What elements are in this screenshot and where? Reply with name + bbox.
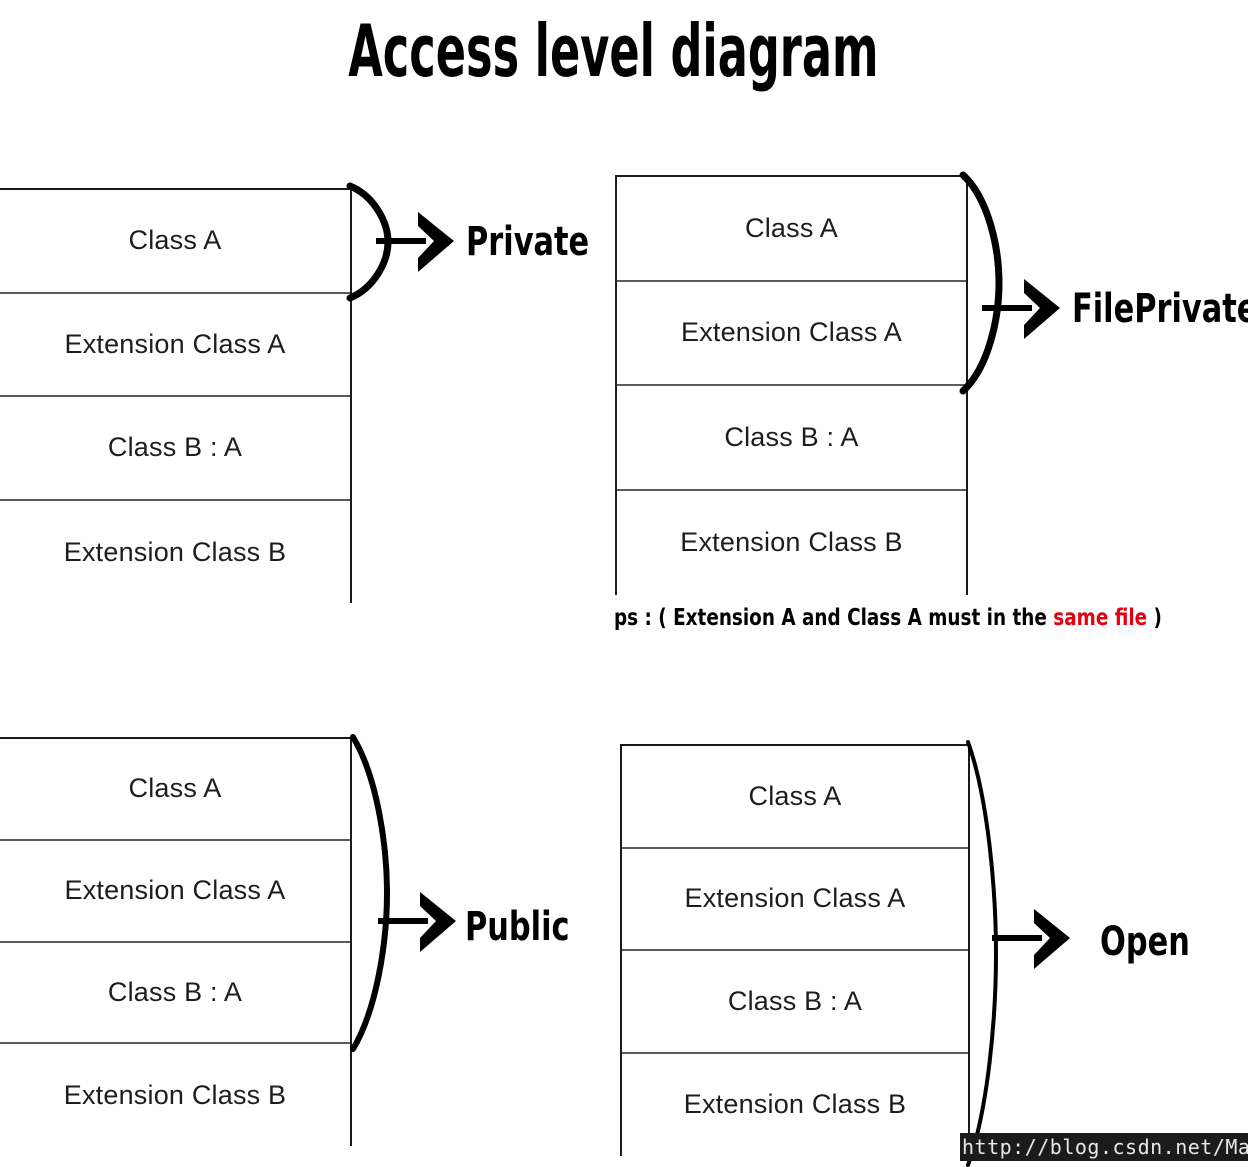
class-stack-fileprivate: Class A Extension Class A Class B : A Ex… (615, 175, 968, 595)
class-stack-public: Class A Extension Class A Class B : A Ex… (0, 737, 352, 1147)
arrow-right-icon (378, 892, 456, 952)
ps-note-suffix: ) (1147, 605, 1162, 631)
class-row: Class A (0, 190, 350, 294)
class-row: Class A (0, 739, 350, 841)
access-level-label-public: Public (465, 904, 570, 950)
class-row: Class A (622, 746, 968, 849)
brace-private (346, 182, 392, 302)
class-row: Class A (617, 177, 966, 282)
class-row: Extension Class B (0, 1044, 350, 1147)
class-row: Class B : A (617, 386, 966, 491)
class-row: Class B : A (0, 397, 350, 501)
ps-note-highlight: same file (1053, 605, 1148, 631)
page-title: Access level diagram (348, 9, 879, 93)
brace-public (350, 734, 391, 1052)
arrow-right-icon (376, 212, 454, 272)
class-stack-private: Class A Extension Class A Class B : A Ex… (0, 188, 352, 604)
access-level-label-private: Private (466, 219, 590, 265)
arrow-right-icon (982, 279, 1060, 339)
class-row: Class B : A (622, 951, 968, 1054)
arrow-right-icon (992, 909, 1070, 969)
class-row: Extension Class A (617, 281, 966, 386)
access-level-label-fileprivate: FilePrivate (1072, 286, 1248, 332)
ps-note: ps : ( Extension A and Class A must in t… (614, 604, 1162, 633)
class-row: Class B : A (0, 942, 350, 1045)
class-row: Extension Class B (0, 500, 350, 604)
class-row: Extension Class A (622, 848, 968, 951)
class-stack-open: Class A Extension Class A Class B : A Ex… (620, 744, 970, 1156)
class-row: Extension Class A (0, 840, 350, 943)
access-level-label-open: Open (1100, 919, 1190, 965)
class-row: Extension Class A (0, 293, 350, 397)
watermark: http://blog.csdn.net/Mazy_ma (960, 1133, 1248, 1161)
class-row: Extension Class B (622, 1053, 968, 1156)
ps-note-prefix: ps : ( Extension A and Class A must in t… (614, 605, 1054, 631)
brace-open (966, 740, 999, 1167)
class-row: Extension Class B (617, 490, 966, 595)
